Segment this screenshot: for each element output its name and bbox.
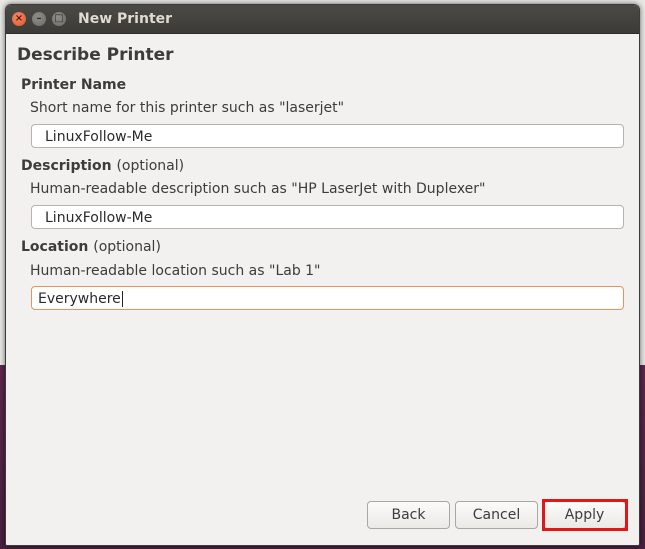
close-window-button[interactable]: × [12, 12, 26, 26]
location-label-text: Location [21, 239, 89, 255]
description-optional-text: (optional) [116, 158, 185, 174]
back-button[interactable]: Back [367, 501, 450, 529]
location-input[interactable]: Everywhere [31, 286, 624, 310]
printer-name-label-text: Printer Name [21, 77, 127, 93]
location-hint: Human-readable location such as "Lab 1" [30, 263, 321, 279]
description-label: Description (optional) [21, 158, 184, 174]
window-title: New Printer [78, 11, 173, 27]
text-caret [121, 291, 123, 307]
location-optional-text: (optional) [93, 239, 161, 255]
description-value: LinuxFollow-Me [45, 210, 153, 226]
minimize-window-button[interactable]: – [32, 12, 46, 26]
apply-button[interactable]: Apply [543, 501, 626, 529]
location-value: Everywhere [38, 291, 121, 307]
location-label: Location (optional) [21, 239, 161, 255]
description-label-text: Description [21, 158, 112, 174]
maximize-window-button[interactable]: □ [52, 12, 66, 26]
printer-name-value: LinuxFollow-Me [45, 129, 153, 145]
description-hint: Human-readable description such as "HP L… [30, 181, 486, 197]
new-printer-dialog: × – □ New Printer Describe Printer Print… [5, 4, 640, 546]
printer-name-label: Printer Name [21, 77, 126, 93]
printer-name-input[interactable]: LinuxFollow-Me [31, 124, 624, 148]
printer-name-hint: Short name for this printer such as "las… [30, 100, 345, 116]
title-bar[interactable]: × – □ New Printer [6, 5, 639, 34]
description-input[interactable]: LinuxFollow-Me [31, 205, 624, 229]
cancel-button[interactable]: Cancel [455, 501, 538, 529]
page-title: Describe Printer [17, 45, 174, 65]
